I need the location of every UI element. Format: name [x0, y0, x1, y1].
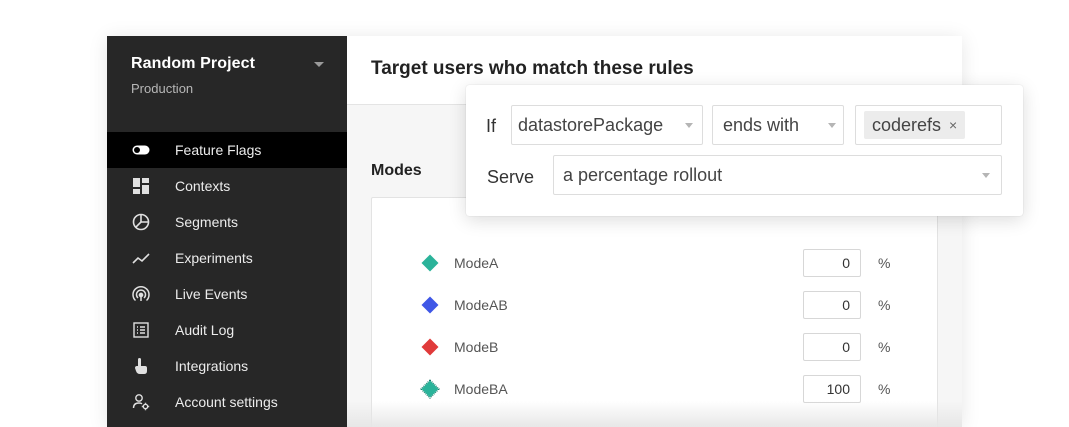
sidebar-item-label: Segments	[175, 214, 239, 230]
sidebar-item-label: Account settings	[175, 394, 278, 410]
sidebar-item-label: Live Events	[175, 286, 248, 302]
diamond-icon	[421, 254, 439, 272]
mode-label: ModeBA	[454, 381, 508, 397]
sidebar-item-label: Contexts	[175, 178, 231, 194]
modes-heading: Modes	[371, 162, 422, 179]
project-name: Random Project	[131, 55, 256, 72]
sidebar-item-account-settings[interactable]: Account settings	[107, 384, 347, 420]
chip-label: coderefs	[872, 115, 942, 135]
pointer-icon	[131, 356, 151, 376]
sidebar: Random Project Production Feature Flags …	[107, 36, 347, 427]
project-switcher[interactable]: Random Project Production	[107, 36, 347, 106]
sidebar-item-integrations[interactable]: Integrations	[107, 348, 347, 384]
mode-label: ModeB	[454, 339, 499, 355]
sidebar-item-segments[interactable]: Segments	[107, 204, 347, 240]
page-title: Target users who match these rules	[371, 58, 694, 79]
mode-row-ab: ModeAB 0 %	[420, 290, 900, 320]
chevron-down-icon	[982, 173, 990, 178]
percent-unit: %	[878, 381, 891, 397]
dashboard-icon	[131, 176, 151, 196]
serve-value: a percentage rollout	[563, 165, 723, 185]
modes-card: ModeA 0 % ModeAB 0 % ModeB 0 % ModeBA 10…	[371, 197, 938, 427]
if-label: If	[486, 116, 497, 136]
diamond-icon	[421, 296, 439, 314]
attribute-select[interactable]: datastorePackage	[511, 105, 703, 145]
chevron-down-icon	[828, 123, 836, 128]
diamond-icon	[421, 338, 439, 356]
trend-icon	[131, 248, 151, 268]
user-gear-icon	[131, 392, 151, 412]
mode-row-a: ModeA 0 %	[420, 248, 900, 278]
list-icon	[131, 320, 151, 340]
bottom-fade	[347, 401, 962, 427]
value-multiselect[interactable]: coderefs ×	[855, 105, 1002, 145]
mode-row-ba: ModeBA 100 %	[420, 374, 900, 404]
mode-label: ModeA	[454, 255, 499, 271]
close-icon[interactable]: ×	[949, 111, 957, 139]
sidebar-item-label: Experiments	[175, 250, 253, 266]
sidebar-item-label: Feature Flags	[175, 142, 262, 158]
mode-percent-input[interactable]: 0	[803, 333, 861, 361]
sidebar-item-live-events[interactable]: Live Events	[107, 276, 347, 312]
sidebar-item-label: Audit Log	[175, 322, 235, 338]
sidebar-item-feature-flags[interactable]: Feature Flags	[107, 132, 347, 168]
sidebar-item-experiments[interactable]: Experiments	[107, 240, 347, 276]
mode-percent-input[interactable]: 100	[803, 375, 861, 403]
attribute-value: datastorePackage	[518, 115, 664, 135]
mode-percent-input[interactable]: 0	[803, 249, 861, 277]
percent-unit: %	[878, 255, 891, 271]
toggle-icon	[131, 140, 151, 160]
sidebar-item-audit-log[interactable]: Audit Log	[107, 312, 347, 348]
project-environment: Production	[131, 81, 194, 96]
mode-row-b: ModeB 0 %	[420, 332, 900, 362]
serve-label: Serve	[487, 167, 535, 187]
diamond-icon	[420, 379, 440, 399]
sidebar-item-label: Integrations	[175, 358, 249, 374]
operator-value: ends with	[723, 115, 800, 135]
targeting-rule-card: If datastorePackage ends with coderefs ×…	[466, 85, 1023, 216]
chevron-down-icon[interactable]	[313, 61, 325, 69]
sidebar-item-contexts[interactable]: Contexts	[107, 168, 347, 204]
serve-select[interactable]: a percentage rollout	[553, 155, 1002, 195]
operator-select[interactable]: ends with	[712, 105, 844, 145]
mode-percent-input[interactable]: 0	[803, 291, 861, 319]
chevron-down-icon	[685, 123, 693, 128]
percent-unit: %	[878, 339, 891, 355]
broadcast-icon	[131, 284, 151, 304]
sidebar-nav: Feature Flags Contexts Segments Experime…	[107, 132, 347, 420]
value-chip: coderefs ×	[864, 111, 966, 139]
percent-unit: %	[878, 297, 891, 313]
mode-label: ModeAB	[454, 297, 508, 313]
pie-icon	[131, 212, 151, 232]
